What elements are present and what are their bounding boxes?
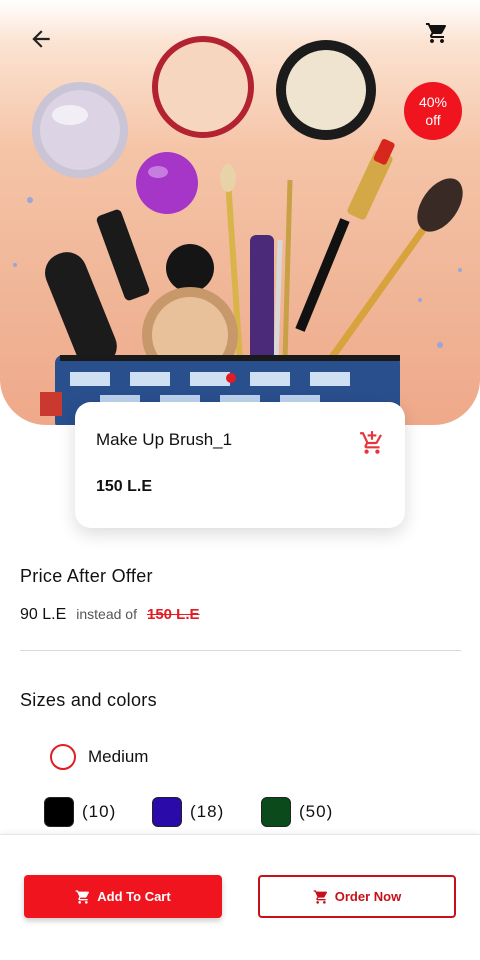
size-option-medium[interactable]: Medium — [50, 744, 148, 770]
discount-badge: 40% off — [404, 82, 462, 140]
shopping-cart-icon — [313, 889, 327, 904]
product-info-card: Make Up Brush_1 150 L.E — [75, 402, 405, 528]
shopping-cart-icon — [426, 23, 447, 43]
discount-off-label: off — [425, 112, 441, 128]
color-swatch-option[interactable]: (18) — [152, 797, 224, 827]
size-radio[interactable] — [50, 744, 76, 770]
color-swatch[interactable] — [261, 797, 291, 827]
add-to-cart-label: Add To Cart — [97, 889, 171, 904]
color-swatch[interactable] — [152, 797, 182, 827]
order-now-button[interactable]: Order Now — [258, 875, 456, 918]
order-now-label: Order Now — [334, 889, 402, 904]
product-name: Make Up Brush_1 — [96, 430, 233, 449]
instead-of-label: instead of — [76, 606, 137, 622]
offer-old-price: 150 L.E — [146, 606, 200, 623]
add-to-cart-button[interactable]: Add To Cart — [24, 875, 222, 918]
color-swatch[interactable] — [44, 797, 74, 827]
color-swatch-option[interactable]: (10) — [44, 797, 116, 827]
back-button[interactable] — [22, 20, 60, 58]
product-image — [0, 0, 480, 425]
offer-section-title: Price After Offer — [20, 566, 153, 586]
bottom-action-bar: Add To Cart Order Now — [0, 834, 480, 960]
divider — [20, 650, 461, 651]
color-swatch-option[interactable]: (50) — [261, 797, 333, 827]
product-photo — [13, 36, 463, 425]
product-price: 150 L.E — [96, 478, 153, 495]
color-qty: (50) — [299, 802, 334, 821]
card-add-to-cart-button[interactable] — [359, 430, 385, 456]
discount-percent: 40% — [418, 94, 448, 110]
cart-button[interactable] — [422, 18, 452, 48]
color-qty: (10) — [82, 802, 117, 821]
offer-price-row: 90 L.E instead of 150 L.E — [20, 606, 200, 624]
add-to-cart-icon — [360, 431, 382, 454]
size-label: Medium — [88, 747, 149, 766]
shopping-cart-icon — [75, 889, 90, 904]
arrow-left-icon — [32, 30, 50, 48]
offer-new-price: 90 L.E — [20, 606, 67, 623]
color-qty: (18) — [190, 802, 225, 821]
variants-section-title: Sizes and colors — [20, 690, 157, 710]
